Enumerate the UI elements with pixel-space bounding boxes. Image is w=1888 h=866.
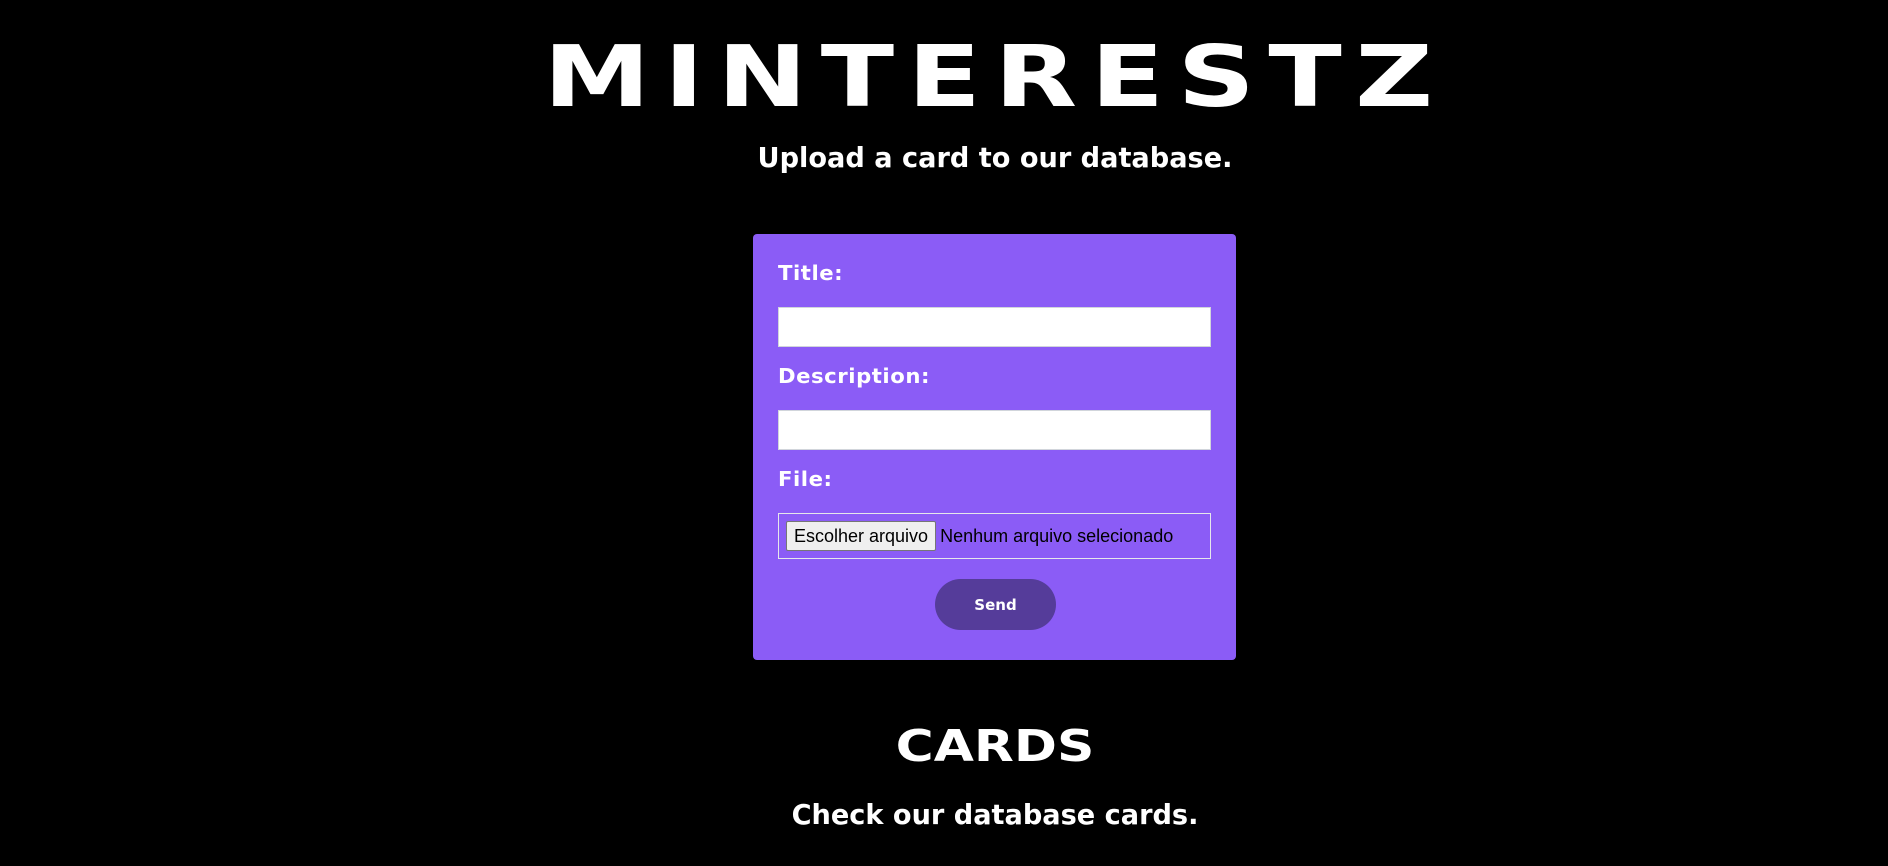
cards-subtitle: Check our database cards. (791, 798, 1199, 831)
send-button[interactable]: Send (935, 579, 1056, 630)
upload-subtitle: Upload a card to our database. (757, 141, 1233, 174)
title-input[interactable] (778, 307, 1211, 347)
description-label: Description: (778, 364, 930, 388)
upload-form: Title: Description: File: Escolher arqui… (753, 234, 1236, 660)
cards-section-title: CARDS (895, 721, 1095, 772)
choose-file-button[interactable]: Escolher arquivo (786, 521, 937, 551)
brand-title: MINTERESTZ (543, 27, 1447, 127)
file-label: File: (778, 467, 833, 491)
title-label: Title: (778, 261, 844, 285)
file-input[interactable]: Escolher arquivo Nenhum arquivo selecion… (778, 513, 1211, 559)
description-input[interactable] (778, 410, 1211, 450)
file-status: Nenhum arquivo selecionado (940, 525, 1174, 546)
page: MINTERESTZ Upload a card to our database… (0, 0, 1888, 866)
